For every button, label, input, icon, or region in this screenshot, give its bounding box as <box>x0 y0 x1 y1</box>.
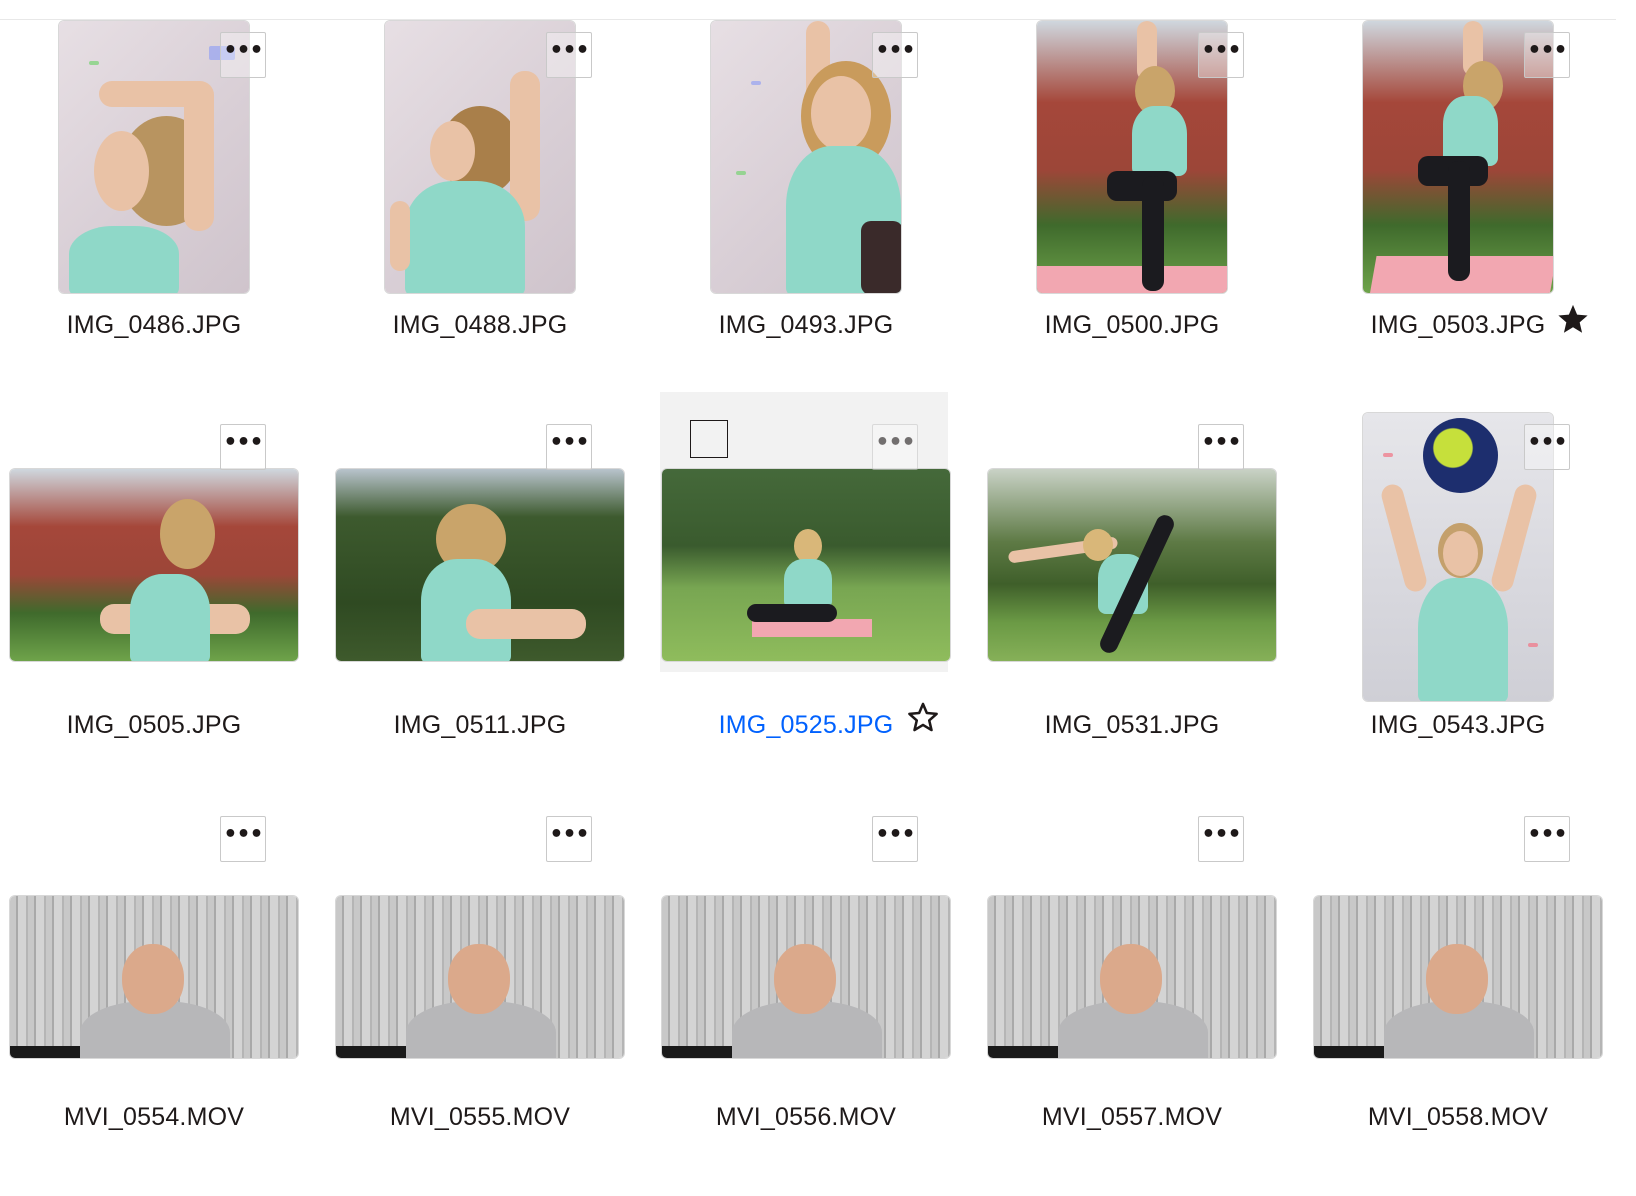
file-thumbnail[interactable] <box>9 468 299 662</box>
file-name[interactable]: IMG_0531.JPG <box>978 709 1286 741</box>
more-actions-button[interactable]: ••• <box>546 816 592 862</box>
file-tile[interactable]: ••• IMG_0500.JPG <box>978 0 1300 412</box>
more-actions-button[interactable]: ••• <box>872 32 918 78</box>
file-name[interactable]: IMG_0500.JPG <box>978 309 1286 341</box>
file-tile[interactable]: ••• MVI_0556.MOV <box>652 784 974 1196</box>
select-checkbox[interactable] <box>690 420 728 458</box>
file-tile[interactable]: ••• MVI_0555.MOV <box>326 784 648 1196</box>
more-actions-button[interactable]: ••• <box>872 816 918 862</box>
video-frame <box>10 896 298 1058</box>
file-tile[interactable]: ••• IMG_0503.JPG <box>1304 0 1626 412</box>
file-name[interactable]: MVI_0554.MOV <box>0 1101 308 1133</box>
file-name[interactable]: MVI_0558.MOV <box>1304 1101 1612 1133</box>
file-tile-selected[interactable]: ••• IMG_0525.JPG <box>652 392 974 804</box>
video-frame <box>1314 896 1602 1058</box>
file-name[interactable]: IMG_0486.JPG <box>0 309 308 341</box>
file-tile[interactable]: ••• IMG_0493.JPG <box>652 0 974 412</box>
star-outline-icon[interactable] <box>906 700 940 734</box>
more-actions-button[interactable]: ••• <box>1198 424 1244 470</box>
file-tile[interactable]: ••• MVI_0557.MOV <box>978 784 1300 1196</box>
file-tile[interactable]: ••• MVI_0554.MOV <box>0 784 322 1196</box>
file-name[interactable]: IMG_0511.JPG <box>326 709 634 741</box>
file-tile[interactable]: ••• IMG_0511.JPG <box>326 392 648 804</box>
video-thumbnail[interactable] <box>987 895 1277 1059</box>
star-icon[interactable] <box>1556 302 1590 336</box>
video-thumbnail[interactable] <box>661 895 951 1059</box>
file-name[interactable]: IMG_0543.JPG <box>1304 709 1612 741</box>
photo-image <box>336 469 624 661</box>
file-tile[interactable]: ••• IMG_0543.JPG <box>1304 392 1626 804</box>
video-thumbnail[interactable] <box>335 895 625 1059</box>
more-actions-button[interactable]: ••• <box>1524 32 1570 78</box>
file-tile[interactable]: ••• IMG_0505.JPG <box>0 392 322 804</box>
photo-image <box>662 469 950 661</box>
file-name[interactable]: IMG_0505.JPG <box>0 709 308 741</box>
video-thumbnail[interactable] <box>1313 895 1603 1059</box>
more-actions-button[interactable]: ••• <box>220 32 266 78</box>
video-frame <box>336 896 624 1058</box>
more-actions-button[interactable]: ••• <box>546 424 592 470</box>
more-actions-button[interactable]: ••• <box>1198 816 1244 862</box>
more-actions-button[interactable]: ••• <box>1524 424 1570 470</box>
file-tile[interactable]: ••• IMG_0488.JPG <box>326 0 648 412</box>
file-name[interactable]: IMG_0493.JPG <box>652 309 960 341</box>
file-tile[interactable]: ••• IMG_0486.JPG <box>0 0 322 412</box>
file-name[interactable]: MVI_0556.MOV <box>652 1101 960 1133</box>
file-name[interactable]: IMG_0488.JPG <box>326 309 634 341</box>
more-actions-button[interactable]: ••• <box>546 32 592 78</box>
video-thumbnail[interactable] <box>9 895 299 1059</box>
more-actions-button[interactable]: ••• <box>872 424 918 470</box>
file-thumbnail[interactable] <box>987 468 1277 662</box>
video-frame <box>988 896 1276 1058</box>
photo-image <box>10 469 298 661</box>
file-grid: ••• IMG_0486.JPG ••• IMG_0488.JPG ••• IM… <box>0 0 1636 1184</box>
file-thumbnail[interactable] <box>661 468 951 662</box>
more-actions-button[interactable]: ••• <box>220 816 266 862</box>
more-actions-button[interactable]: ••• <box>220 424 266 470</box>
file-name[interactable]: MVI_0557.MOV <box>978 1101 1286 1133</box>
more-actions-button[interactable]: ••• <box>1198 32 1244 78</box>
file-name[interactable]: MVI_0555.MOV <box>326 1101 634 1133</box>
file-thumbnail[interactable] <box>335 468 625 662</box>
photo-image <box>988 469 1276 661</box>
video-frame <box>662 896 950 1058</box>
more-actions-button[interactable]: ••• <box>1524 816 1570 862</box>
file-tile[interactable]: ••• MVI_0558.MOV <box>1304 784 1626 1196</box>
file-tile[interactable]: ••• IMG_0531.JPG <box>978 392 1300 804</box>
